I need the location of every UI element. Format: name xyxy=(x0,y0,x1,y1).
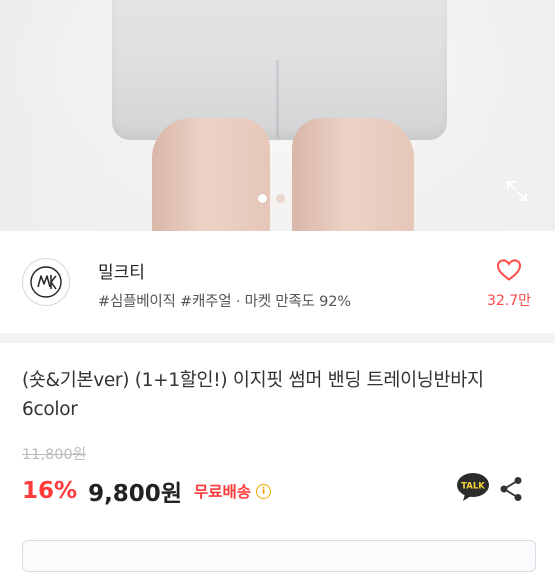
discount-rate: 16% xyxy=(22,478,78,504)
seller-logo[interactable] xyxy=(22,258,70,306)
kakao-talk-icon[interactable]: TALK xyxy=(456,472,490,502)
seller-row[interactable]: 밀크티 #심플베이직 #캐주얼 · 마켓 만족도 92% 32.7만 xyxy=(0,232,555,332)
like-button[interactable]: 32.7만 xyxy=(484,258,534,310)
talk-label: TALK xyxy=(461,482,485,492)
sale-price: 9,800원 xyxy=(88,481,182,507)
info-icon[interactable]: i xyxy=(256,483,272,499)
gallery-dot-1[interactable] xyxy=(258,194,267,203)
gallery-indicator xyxy=(258,194,285,203)
price-row: 16% 9,800원 무료배송 i xyxy=(22,476,272,507)
like-count: 32.7만 xyxy=(486,293,532,309)
original-price: 11,800원 xyxy=(22,447,87,463)
expand-icon[interactable] xyxy=(505,179,529,203)
milktea-logo-icon xyxy=(30,266,62,298)
seller-tags: #심플베이직 #캐주얼 · 마켓 만족도 92% xyxy=(98,294,351,310)
right-leg-photo xyxy=(292,118,414,231)
shorts-photo xyxy=(112,0,447,140)
heart-icon xyxy=(496,259,522,281)
seller-name[interactable]: 밀크티 xyxy=(98,258,145,283)
gallery-dot-2[interactable] xyxy=(276,194,285,203)
section-divider xyxy=(0,333,555,343)
share-icon[interactable] xyxy=(499,476,523,502)
product-title: (숏&기본ver) (1+1할인!) 이지핏 썸머 밴딩 트레이닝반바지 6co… xyxy=(22,370,484,420)
left-leg-photo xyxy=(152,118,270,231)
free-shipping-label: 무료배송 xyxy=(193,483,252,501)
option-select-box[interactable] xyxy=(22,540,536,572)
